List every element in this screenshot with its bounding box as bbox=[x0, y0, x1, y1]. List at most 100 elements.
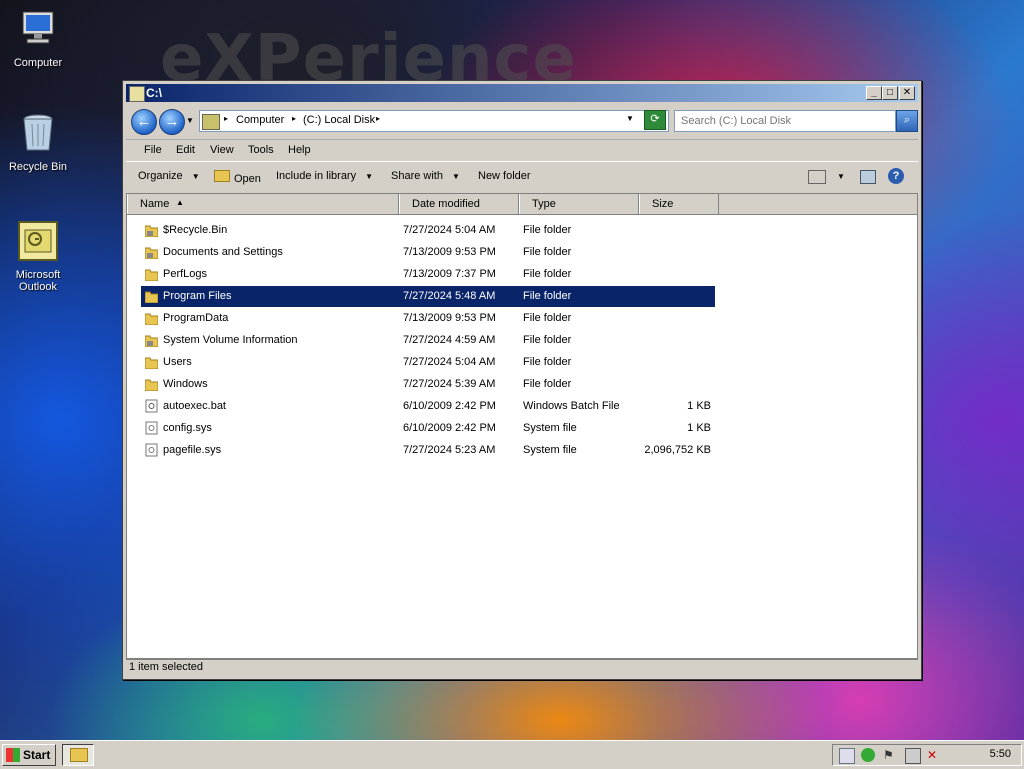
network-icon[interactable] bbox=[905, 748, 921, 764]
file-type: System file bbox=[523, 444, 577, 456]
column-header-name[interactable]: Name ▲ bbox=[127, 194, 399, 214]
file-type: File folder bbox=[523, 356, 572, 368]
recycle-bin-icon bbox=[23, 114, 53, 151]
close-button[interactable]: ✕ bbox=[899, 86, 915, 100]
volume-muted-icon[interactable]: ✕ bbox=[927, 748, 941, 762]
outlook-icon bbox=[18, 221, 58, 261]
file-row[interactable]: ProgramData 7/13/2009 9:53 PM File folder bbox=[141, 308, 715, 329]
file-size: 1 KB bbox=[687, 400, 711, 412]
forward-button[interactable]: → bbox=[159, 109, 185, 135]
navigation-bar: ← → ▼ ▸ Computer ▸ (C:) Local Disk ▸ ▼ ⟳… bbox=[126, 105, 918, 137]
file-row[interactable]: config.sys 6/10/2009 2:42 PM System file 1 … bbox=[141, 418, 715, 439]
breadcrumb-separator-icon[interactable]: ▸ bbox=[292, 114, 296, 123]
taskbar-explorer-button[interactable] bbox=[62, 744, 94, 766]
file-row[interactable]: PerfLogs 7/13/2009 7:37 PM File folder bbox=[141, 264, 715, 285]
desktop-icon-computer[interactable]: Computer bbox=[0, 8, 76, 69]
minimize-button[interactable]: _ bbox=[866, 86, 882, 100]
file-row[interactable]: $Recycle.Bin 7/27/2024 5:04 AM File folder bbox=[141, 220, 715, 241]
start-button[interactable]: Start bbox=[2, 744, 56, 766]
refresh-button[interactable]: ⟳ bbox=[644, 110, 666, 130]
file-name: pagefile.sys bbox=[163, 444, 222, 456]
breadcrumb-local-disk[interactable]: (C:) Local Disk bbox=[303, 114, 375, 126]
view-options-icon[interactable] bbox=[808, 170, 826, 184]
include-in-library-button[interactable]: Include in library ▼ bbox=[276, 170, 373, 182]
back-button[interactable]: ← bbox=[131, 109, 157, 135]
breadcrumb-separator-icon[interactable]: ▸ bbox=[376, 114, 380, 123]
address-dropdown-icon[interactable]: ▼ bbox=[626, 114, 634, 123]
folder-icon bbox=[144, 289, 159, 304]
address-bar[interactable]: ▸ Computer ▸ (C:) Local Disk ▸ ▼ bbox=[199, 110, 669, 132]
desktop-icon-label: Microsoft Outlook bbox=[15, 269, 61, 293]
file-date: 7/27/2024 5:48 AM bbox=[403, 290, 496, 302]
file-name: Documents and Settings bbox=[163, 246, 283, 258]
file-row[interactable]: pagefile.sys 7/27/2024 5:23 AM System file… bbox=[141, 440, 715, 461]
desktop-icon-label: Computer bbox=[13, 57, 63, 69]
file-type: Windows Batch File bbox=[523, 400, 620, 412]
menu-file[interactable]: File bbox=[144, 144, 162, 156]
organize-button[interactable]: Organize ▼ bbox=[138, 170, 200, 182]
desktop-icon-label: Recycle Bin bbox=[8, 161, 68, 173]
file-date: 6/10/2009 2:42 PM bbox=[403, 422, 496, 434]
file-date: 7/27/2024 5:04 AM bbox=[403, 356, 496, 368]
file-name: Users bbox=[163, 356, 192, 368]
menu-help[interactable]: Help bbox=[288, 144, 311, 156]
file-name: System Volume Information bbox=[163, 334, 298, 346]
desktop-icon-outlook[interactable]: Microsoft Outlook bbox=[0, 220, 76, 293]
drive-icon bbox=[129, 86, 145, 102]
search-box[interactable] bbox=[674, 110, 896, 132]
file-row[interactable]: autoexec.bat 6/10/2009 2:42 PM Windows Bat… bbox=[141, 396, 715, 417]
security-shield-icon[interactable] bbox=[861, 748, 875, 762]
column-header-size[interactable]: Size bbox=[639, 194, 719, 214]
file-name: Program Files bbox=[163, 290, 232, 302]
locked-folder-icon bbox=[144, 245, 159, 260]
column-header-type[interactable]: Type bbox=[519, 194, 639, 214]
open-button[interactable]: Open bbox=[214, 170, 261, 185]
file-row[interactable]: Documents and Settings 7/13/2009 9:53 PM F… bbox=[141, 242, 715, 263]
menu-view[interactable]: View bbox=[210, 144, 234, 156]
new-folder-button[interactable]: New folder bbox=[478, 170, 531, 182]
file-date: 6/10/2009 2:42 PM bbox=[403, 400, 496, 412]
menu-edit[interactable]: Edit bbox=[176, 144, 195, 156]
file-row[interactable]: Program Files 7/27/2024 5:48 AM File folde… bbox=[141, 286, 715, 307]
file-type: File folder bbox=[523, 268, 572, 280]
recent-pages-chevron-icon[interactable]: ▼ bbox=[186, 116, 194, 125]
file-row[interactable]: Windows 7/27/2024 5:39 AM File folder bbox=[141, 374, 715, 395]
search-icon[interactable]: ⌕ bbox=[896, 110, 918, 132]
file-date: 7/27/2024 5:04 AM bbox=[403, 224, 496, 236]
status-text: 1 item selected bbox=[129, 661, 203, 673]
file-name: ProgramData bbox=[163, 312, 229, 324]
document-tray-icon[interactable] bbox=[839, 748, 855, 764]
file-type: File folder bbox=[523, 224, 572, 236]
system-tray: ⚑ ✕ 5:50 bbox=[832, 744, 1022, 766]
batch-file-icon bbox=[145, 399, 158, 413]
taskbar: Start ⚑ ✕ 5:50 bbox=[0, 740, 1024, 769]
preview-pane-icon[interactable] bbox=[860, 170, 876, 184]
chevron-down-icon[interactable]: ▼ bbox=[837, 172, 845, 181]
file-date: 7/27/2024 4:59 AM bbox=[403, 334, 496, 346]
help-icon[interactable]: ? bbox=[888, 168, 904, 184]
computer-icon bbox=[22, 11, 54, 44]
menu-tools[interactable]: Tools bbox=[248, 144, 274, 156]
file-row[interactable]: Users 7/27/2024 5:04 AM File folder bbox=[141, 352, 715, 373]
file-row[interactable]: System Volume Information 7/27/2024 4:59 … bbox=[141, 330, 715, 351]
maximize-button[interactable]: □ bbox=[882, 86, 898, 100]
locked-folder-icon bbox=[144, 333, 159, 348]
breadcrumb-separator-icon[interactable]: ▸ bbox=[224, 114, 228, 123]
desktop-icon-recycle-bin[interactable]: Recycle Bin bbox=[0, 112, 76, 173]
search-input[interactable] bbox=[679, 112, 883, 130]
file-size: 1 KB bbox=[687, 422, 711, 434]
windows-logo-icon bbox=[6, 748, 20, 762]
action-center-flag-icon[interactable]: ⚑ bbox=[883, 748, 897, 762]
title-bar[interactable]: C:\ _ □ ✕ bbox=[126, 84, 918, 102]
file-name: config.sys bbox=[163, 422, 212, 434]
file-name: autoexec.bat bbox=[163, 400, 226, 412]
share-with-button[interactable]: Share with ▼ bbox=[391, 170, 460, 182]
status-bar: 1 item selected bbox=[126, 658, 918, 676]
command-bar: Organize ▼ Open Include in library ▼ Sha… bbox=[126, 161, 918, 192]
explorer-icon bbox=[70, 748, 88, 762]
file-type: File folder bbox=[523, 246, 572, 258]
breadcrumb-computer[interactable]: Computer bbox=[236, 114, 284, 126]
clock[interactable]: 5:50 bbox=[990, 748, 1011, 760]
explorer-window: C:\ _ □ ✕ ← → ▼ ▸ Computer ▸ (C:) Local … bbox=[122, 80, 922, 680]
column-header-date[interactable]: Date modified bbox=[399, 194, 519, 214]
